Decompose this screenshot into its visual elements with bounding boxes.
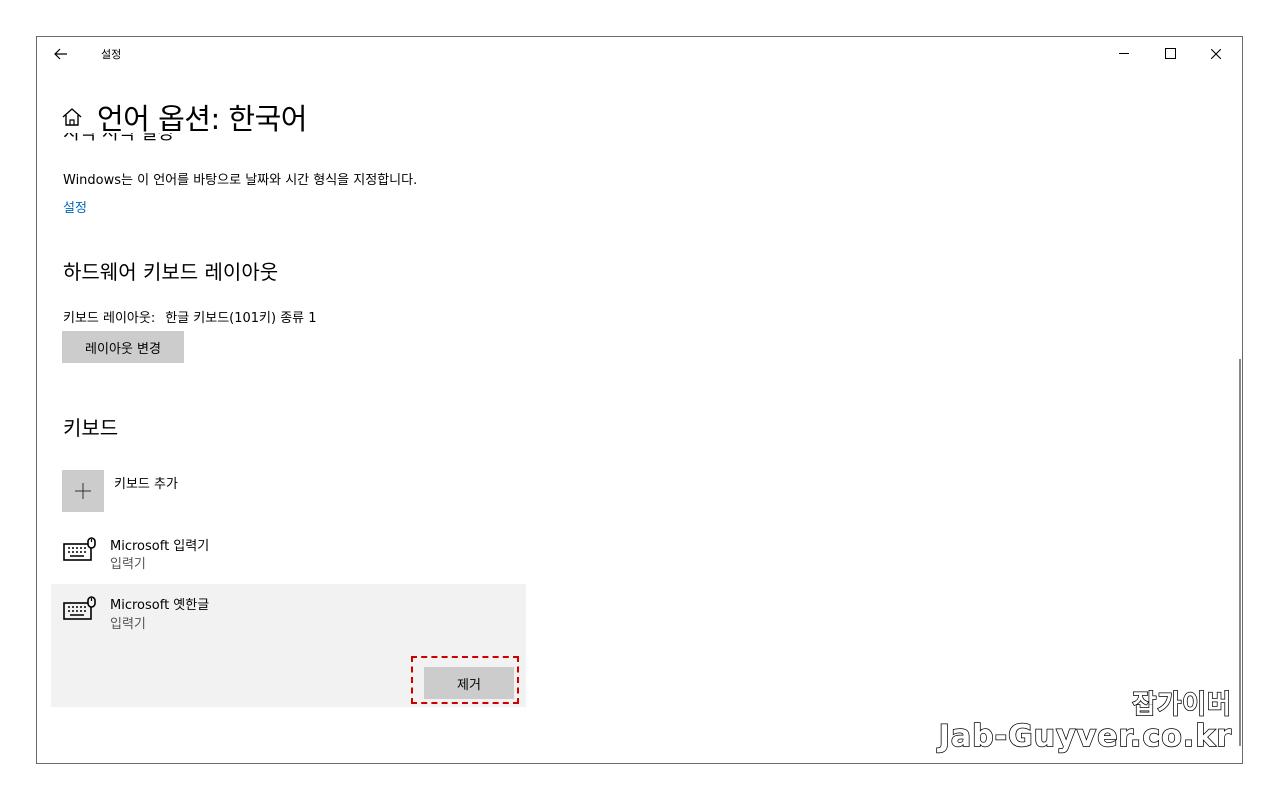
back-button[interactable]: [49, 43, 73, 65]
arrow-left-icon: [54, 48, 67, 60]
maximize-button[interactable]: [1147, 37, 1193, 70]
home-icon[interactable]: [61, 107, 83, 127]
plus-icon: [75, 483, 91, 499]
change-layout-button[interactable]: 레이아웃 변경: [62, 331, 184, 363]
keyboard-item-name: Microsoft 옛한글: [110, 598, 210, 613]
maximize-icon: [1164, 48, 1176, 59]
title-bar: 설정: [37, 37, 1242, 70]
keyboard-item[interactable]: Microsoft 입력기 입력기: [51, 527, 526, 577]
keyboard-section-title: 키보드: [63, 416, 119, 440]
app-title: 설정: [101, 48, 122, 61]
keyboard-item-subtitle: 입력기: [110, 557, 146, 572]
region-format-heading: 지역 서식 설정: [63, 133, 174, 141]
layout-label: 키보드 레이아웃:: [63, 311, 156, 326]
keyboard-icon: [63, 537, 96, 561]
keyboard-item-selected[interactable]: Microsoft 옛한글 입력기 제거: [51, 584, 526, 707]
region-description: Windows는 이 언어를 바탕으로 날짜와 시간 형식을 지정합니다.: [63, 173, 418, 188]
region-settings-link[interactable]: 설정: [63, 197, 87, 216]
keyboard-item-subtitle: 입력기: [110, 617, 146, 632]
remove-button[interactable]: 제거: [424, 667, 514, 699]
hardware-keyboard-title: 하드웨어 키보드 레이아웃: [63, 260, 279, 284]
minimize-icon: [1119, 53, 1129, 54]
layout-value: 한글 키보드(101키) 종류 1: [165, 311, 317, 326]
close-icon: [1211, 48, 1221, 59]
minimize-button[interactable]: [1101, 37, 1147, 70]
page-title: 언어 옵션: 한국어: [97, 102, 307, 136]
close-button[interactable]: [1193, 37, 1239, 70]
keyboard-layout-row: 키보드 레이아웃: 한글 키보드(101키) 종류 1: [63, 307, 317, 326]
page-header: 언어 옵션: 한국어: [61, 97, 307, 137]
scrollbar[interactable]: [1239, 359, 1241, 746]
keyboard-icon: [63, 596, 96, 620]
settings-window: 설정 언어 옵션: 한국어 지역 서식 설정 Windows는 이 언어를 바탕…: [36, 36, 1243, 764]
add-keyboard-button[interactable]: [62, 470, 104, 512]
keyboard-item-name: Microsoft 입력기: [110, 539, 210, 554]
add-keyboard-label[interactable]: 키보드 추가: [114, 473, 178, 492]
